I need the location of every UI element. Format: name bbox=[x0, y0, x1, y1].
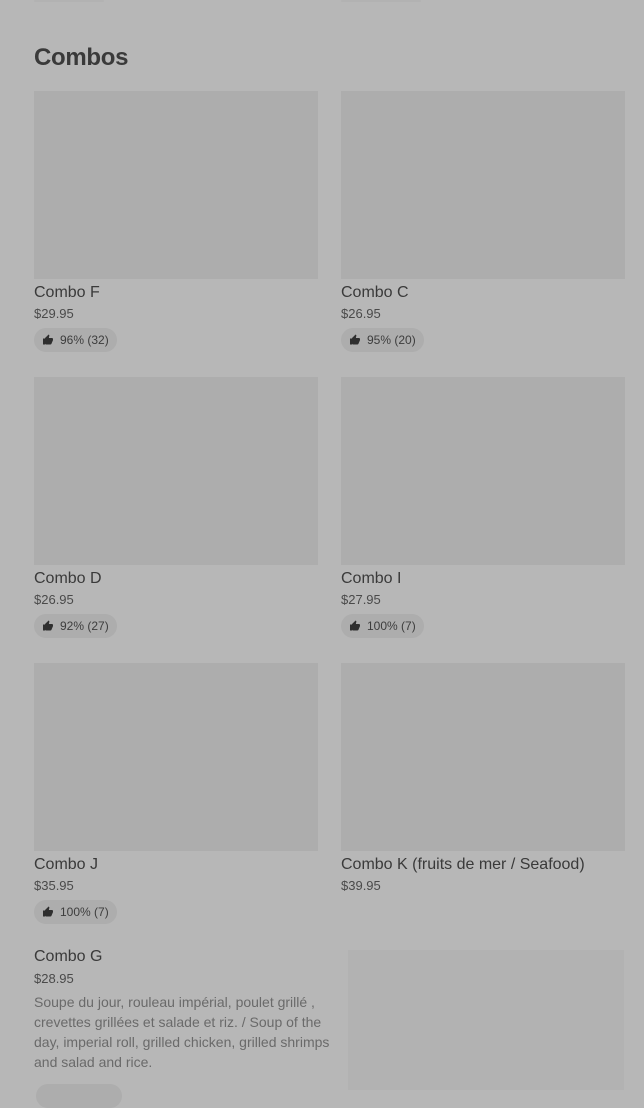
menu-item-card[interactable]: Combo C $26.95 95% (20) bbox=[341, 91, 625, 352]
item-price: $26.95 bbox=[34, 592, 74, 607]
rating-text: 92% (27) bbox=[60, 619, 109, 633]
item-image-placeholder bbox=[341, 663, 625, 851]
item-image-placeholder bbox=[341, 377, 625, 565]
item-price: $29.95 bbox=[34, 306, 74, 321]
item-name: Combo D bbox=[34, 570, 102, 587]
item-name: Combo F bbox=[34, 284, 100, 301]
rating-text: 100% (7) bbox=[60, 905, 109, 919]
menu-item-card[interactable]: Combo J $35.95 100% (7) bbox=[34, 663, 318, 924]
thumbs-up-icon bbox=[43, 620, 53, 631]
rating-badge: 100% (7) bbox=[34, 900, 117, 924]
item-image-placeholder bbox=[34, 663, 318, 851]
menu-item-card[interactable]: Combo F $29.95 96% (32) bbox=[34, 91, 318, 352]
rating-text: 95% (20) bbox=[367, 333, 416, 347]
thumbs-up-icon bbox=[43, 906, 53, 917]
menu-item-card[interactable]: Combo D $26.95 92% (27) bbox=[34, 377, 318, 638]
menu-item-card[interactable]: Combo I $27.95 100% (7) bbox=[341, 377, 625, 638]
rating-badge: 100% (7) bbox=[341, 614, 424, 638]
previous-section-edge bbox=[0, 0, 644, 4]
item-price: $39.95 bbox=[341, 878, 381, 893]
rating-text: 96% (32) bbox=[60, 333, 109, 347]
thumbs-up-icon bbox=[350, 620, 360, 631]
rating-badge bbox=[36, 1084, 122, 1108]
item-price: $28.95 bbox=[34, 971, 74, 986]
menu-item-card-wide[interactable]: Combo G $28.95 Soupe du jour, rouleau im… bbox=[34, 946, 624, 1108]
rating-badge: 95% (20) bbox=[341, 328, 424, 352]
rating-badge: 96% (32) bbox=[34, 328, 117, 352]
item-name: Combo J bbox=[34, 856, 99, 873]
item-image-placeholder bbox=[34, 377, 318, 565]
item-image-placeholder bbox=[348, 950, 624, 1090]
item-name: Combo C bbox=[341, 284, 409, 301]
item-price: $27.95 bbox=[341, 592, 381, 607]
item-name: Combo K (fruits de mer / Seafood) bbox=[341, 856, 585, 873]
section-title: Combos bbox=[34, 44, 129, 71]
item-price: $35.95 bbox=[34, 878, 74, 893]
item-image-placeholder bbox=[34, 91, 318, 279]
menu-item-card[interactable]: Combo K (fruits de mer / Seafood) $39.95 bbox=[341, 663, 625, 894]
rating-badge: 92% (27) bbox=[34, 614, 117, 638]
item-description: Soupe du jour, rouleau impérial, poulet … bbox=[34, 994, 330, 1070]
item-price: $26.95 bbox=[341, 306, 381, 321]
item-name: Combo I bbox=[341, 570, 402, 587]
thumbs-up-icon bbox=[350, 334, 360, 345]
rating-text: 100% (7) bbox=[367, 619, 416, 633]
item-name: Combo G bbox=[34, 948, 103, 965]
thumbs-up-icon bbox=[43, 334, 53, 345]
item-image-placeholder bbox=[341, 91, 625, 279]
